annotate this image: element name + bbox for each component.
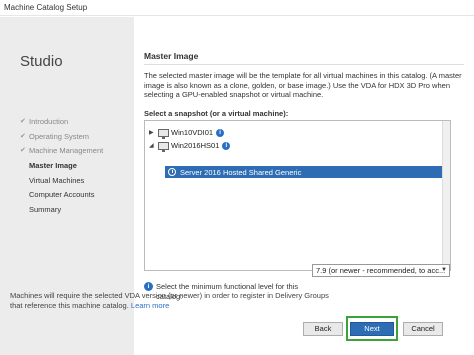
collapse-arrow-icon[interactable]: ◢ xyxy=(149,142,158,149)
window-title: Machine Catalog Setup xyxy=(4,3,88,12)
checkmark-icon: ✔ xyxy=(20,118,26,125)
next-button[interactable]: Next xyxy=(350,322,394,336)
tree-node-win10vdi01[interactable]: ▶ Win10VDI01 i xyxy=(149,127,225,139)
cancel-button[interactable]: Cancel xyxy=(403,322,443,336)
vm-icon xyxy=(158,141,169,152)
title-bar: Machine Catalog Setup xyxy=(0,0,474,16)
snapshot-select-label: Select a snapshot (or a virtual machine)… xyxy=(144,109,289,118)
info-icon[interactable]: i xyxy=(222,141,231,150)
snapshot-icon xyxy=(168,168,176,176)
step-operating-system: ✔ Operating System xyxy=(20,130,103,145)
step-introduction: ✔ Introduction xyxy=(20,115,103,130)
divider xyxy=(144,64,464,65)
functional-level-select[interactable]: 7.9 (or newer - recommended, to acc... ▼ xyxy=(312,264,450,277)
wizard-steps: ✔ Introduction ✔ Operating System ✔ Machine… xyxy=(20,115,103,218)
chevron-down-icon[interactable]: ▼ xyxy=(439,265,449,276)
step-master-image: Master Image xyxy=(29,161,77,171)
step-computer-accounts: Computer Accounts xyxy=(29,190,95,200)
step-summary: Summary xyxy=(29,205,62,215)
learn-more-link[interactable]: Learn more xyxy=(131,301,169,310)
snapshot-tree[interactable]: ▶ Win10VDI01 i ◢ Win2016HS01 i Server 20… xyxy=(144,120,451,271)
info-icon: i xyxy=(144,282,153,291)
tree-node-snapshot-selected[interactable]: Server 2016 Hosted Shared Generic xyxy=(165,166,445,178)
vertical-scrollbar[interactable] xyxy=(442,121,450,270)
page-description: The selected master image will be the te… xyxy=(144,71,462,100)
checkmark-icon: ✔ xyxy=(20,147,26,155)
vm-icon xyxy=(158,128,169,139)
tree-node-win2016hs01[interactable]: ◢ Win2016HS01 i xyxy=(149,140,231,152)
app-name: Studio xyxy=(20,53,63,70)
checkmark-icon: ✔ xyxy=(20,132,26,140)
step-machine-management: ✔ Machine Management xyxy=(20,144,103,159)
registration-note: Machines will require the selected VDA v… xyxy=(10,291,329,310)
expand-arrow-icon[interactable]: ▶ xyxy=(149,129,158,136)
info-icon[interactable]: i xyxy=(216,128,225,137)
page-title: Master Image xyxy=(144,51,199,61)
back-button[interactable]: Back xyxy=(303,322,343,336)
step-virtual-machines: Virtual Machines xyxy=(29,175,85,185)
